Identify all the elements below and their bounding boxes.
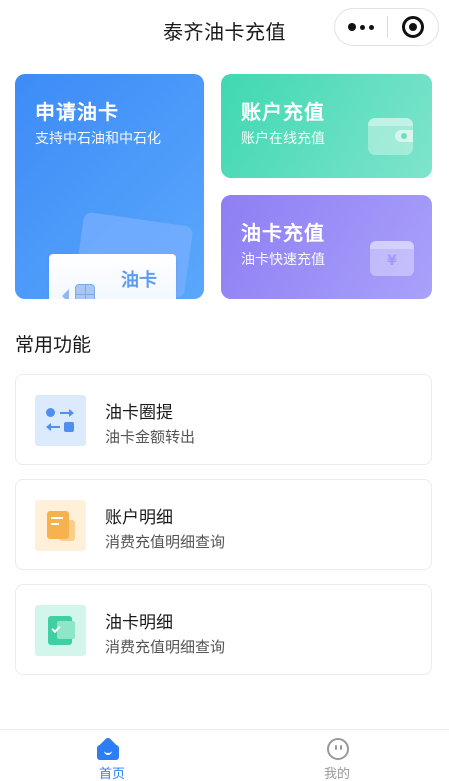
yen-symbol: ¥ [387, 253, 397, 269]
function-item-account-detail[interactable]: 账户明细 消费充值明细查询 [15, 479, 432, 570]
oil-recharge-card-title: 油卡充值 [241, 221, 325, 245]
oil-detail-icon [35, 605, 86, 656]
function-subtitle: 消费充值明细查询 [105, 638, 226, 656]
tab-home-label: 首页 [98, 767, 125, 781]
tab-mine[interactable]: 我的 [225, 730, 449, 781]
tab-bar: 首页 我的 [0, 729, 449, 781]
function-title: 账户明细 [105, 508, 173, 528]
account-card-title: 账户充值 [241, 100, 325, 124]
function-title: 油卡圈提 [105, 403, 173, 423]
yen-card-icon: ¥ [370, 241, 414, 276]
function-item-oil-withdraw[interactable]: 油卡圈提 油卡金额转出 [15, 374, 432, 465]
bill-icon [35, 500, 86, 551]
mini-program-capsule [334, 8, 439, 46]
more-dots-icon [348, 23, 374, 31]
account-recharge-card[interactable]: 账户充值 账户在线充值 [221, 74, 432, 178]
function-subtitle: 油卡金额转出 [105, 428, 196, 446]
oil-card-illustration: 油卡 [49, 254, 176, 299]
tab-mine-label: 我的 [323, 767, 350, 781]
function-item-oil-detail[interactable]: 油卡明细 消费充值明细查询 [15, 584, 432, 675]
target-close-icon [402, 16, 424, 38]
transfer-icon [35, 395, 86, 446]
card-arrow-icon [62, 289, 69, 299]
wallet-icon [368, 118, 413, 155]
account-card-subtitle: 账户在线充值 [241, 131, 325, 147]
oil-card-label: 油卡 [121, 270, 157, 291]
apply-card-title: 申请油卡 [35, 100, 119, 124]
section-title: 常用功能 [15, 334, 92, 356]
close-button[interactable] [388, 9, 438, 45]
home-icon [96, 736, 120, 760]
tab-home[interactable]: 首页 [0, 730, 224, 781]
nav-bar: 泰齐油卡充值 [0, 0, 449, 58]
more-button[interactable] [335, 9, 387, 45]
apply-card-subtitle: 支持中石油和中石化 [35, 131, 161, 147]
chip-icon [75, 284, 95, 299]
apply-oil-card[interactable]: 申请油卡 支持中石油和中石化 油卡 [15, 74, 204, 299]
oil-recharge-card[interactable]: 油卡充值 油卡快速充值 ¥ [221, 195, 432, 299]
profile-icon [327, 738, 349, 760]
oil-recharge-card-subtitle: 油卡快速充值 [241, 252, 325, 268]
function-subtitle: 消费充值明细查询 [105, 533, 226, 551]
function-title: 油卡明细 [105, 613, 173, 633]
